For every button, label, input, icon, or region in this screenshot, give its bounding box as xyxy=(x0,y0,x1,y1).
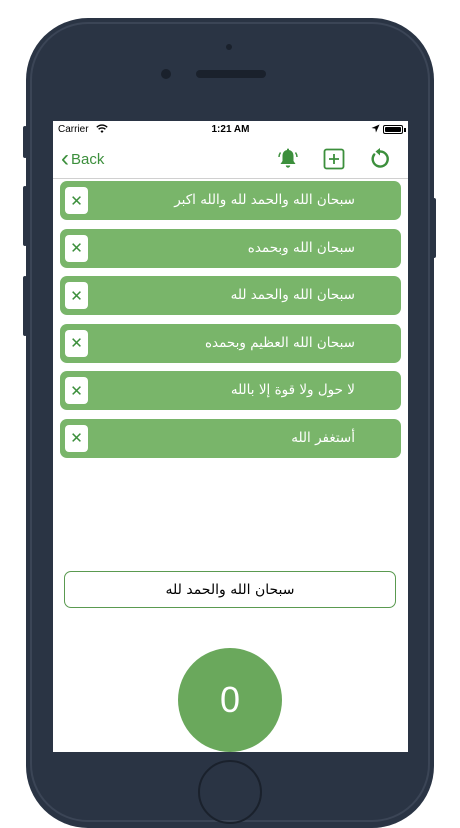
power-button xyxy=(432,198,436,258)
counter-value: 0 xyxy=(219,679,241,720)
dhikr-text: سبحان الله العظيم وبحمده xyxy=(204,334,355,351)
list-item[interactable]: ✕ سبحان الله العظيم وبحمده xyxy=(60,323,401,363)
list-item[interactable]: ✕ سبحان الله والحمد لله والله اكبر xyxy=(60,181,401,220)
front-camera xyxy=(161,69,171,79)
dhikr-text: سبحان الله والحمد لله xyxy=(230,287,355,303)
close-icon[interactable]: ✕ xyxy=(65,377,88,404)
add-square-icon[interactable] xyxy=(322,147,346,171)
battery-icon xyxy=(383,125,403,134)
list-item[interactable]: ✕ سبحان الله والحمد لله xyxy=(60,276,401,315)
list-item[interactable]: ✕ لا حول ولا قوة إلا بالله xyxy=(60,371,401,410)
counter-button[interactable]: 0 xyxy=(178,648,282,752)
navigation-bar: ‹ Back xyxy=(53,141,408,179)
dhikr-text: أستغفر الله xyxy=(291,429,355,446)
list-item[interactable]: ✕ أستغفر الله xyxy=(60,418,401,458)
list-item[interactable]: ✕ سبحان الله وبحمده xyxy=(60,228,401,268)
close-icon[interactable]: ✕ xyxy=(65,282,88,309)
close-icon[interactable]: ✕ xyxy=(65,424,88,452)
mute-switch xyxy=(23,126,27,158)
battery-tip xyxy=(404,128,406,132)
home-button[interactable] xyxy=(198,760,262,824)
current-dhikr-field: سبحان الله والحمد لله xyxy=(64,571,396,608)
refresh-icon[interactable] xyxy=(368,147,392,171)
earpiece-speaker xyxy=(196,70,266,78)
location-arrow-icon xyxy=(371,124,380,136)
close-icon[interactable]: ✕ xyxy=(65,234,88,262)
volume-down-button xyxy=(23,276,27,336)
chevron-left-icon: ‹ xyxy=(61,145,69,172)
dhikr-text: سبحان الله وبحمده xyxy=(247,239,355,256)
dhikr-text: سبحان الله والحمد لله والله اكبر xyxy=(174,192,355,208)
close-icon[interactable]: ✕ xyxy=(65,187,88,214)
proximity-sensor xyxy=(226,44,232,50)
dhikr-list: ✕ سبحان الله والحمد لله والله اكبر ✕ سبح… xyxy=(60,181,401,466)
bell-icon[interactable] xyxy=(276,147,300,171)
dhikr-text: لا حول ولا قوة إلا بالله xyxy=(230,382,355,398)
back-button[interactable]: ‹ Back xyxy=(61,146,104,172)
close-icon[interactable]: ✕ xyxy=(65,329,88,357)
clock: 1:21 AM xyxy=(211,124,250,135)
status-bar: Carrier 1:21 AM xyxy=(53,121,408,139)
app-screen: Carrier 1:21 AM ‹ Back ✕ سبحان الله والح… xyxy=(53,121,408,752)
volume-up-button xyxy=(23,186,27,246)
back-label: Back xyxy=(71,150,105,168)
